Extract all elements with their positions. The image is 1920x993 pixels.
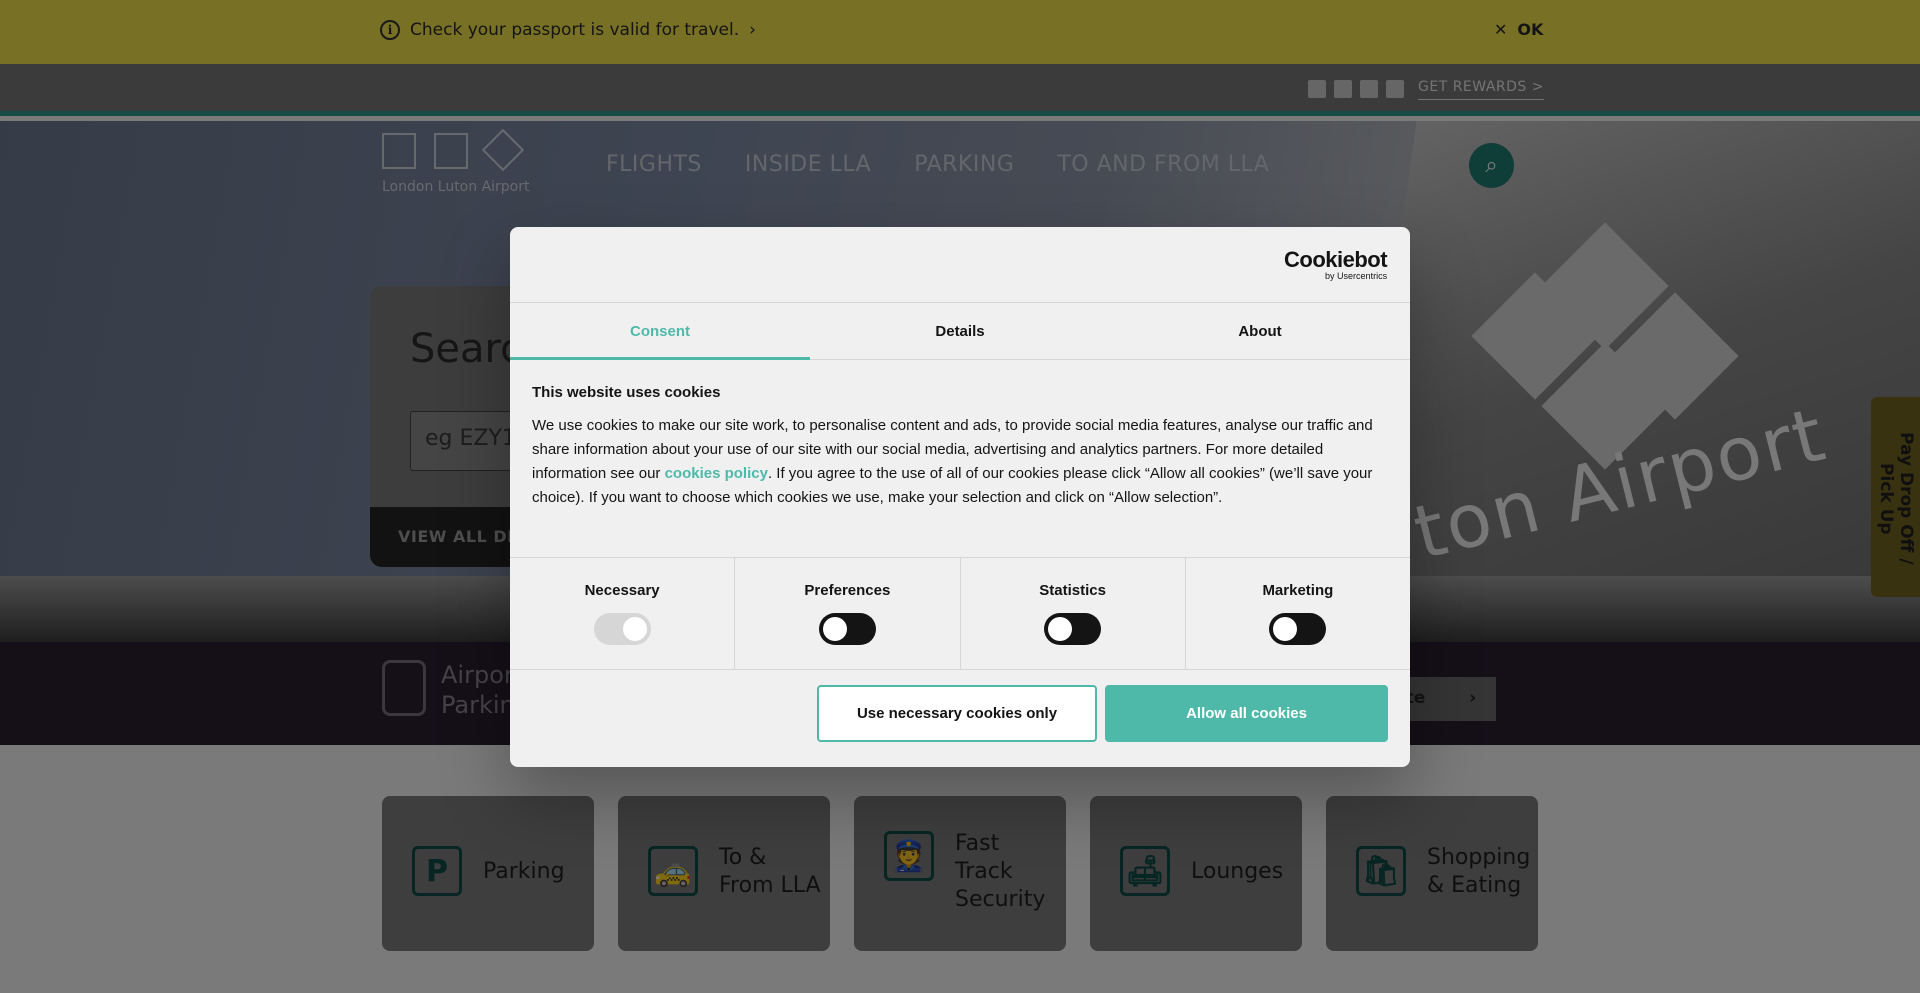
allow-all-cookies-button[interactable]: Allow all cookies xyxy=(1105,685,1388,742)
toggle-necessary-label: Necessary xyxy=(584,582,660,599)
toggle-marketing-group: Marketing xyxy=(1186,558,1410,669)
cookiebot-logo: Cookiebot by Usercentrics xyxy=(1284,247,1388,281)
toggle-preferences-label: Preferences xyxy=(804,582,891,599)
toggle-marketing-label: Marketing xyxy=(1262,582,1334,599)
tab-about[interactable]: About xyxy=(1110,303,1410,359)
toggle-preferences-group: Preferences xyxy=(735,558,961,669)
cookies-policy-link[interactable]: cookies policy xyxy=(665,465,768,482)
toggle-necessary-group: Necessary xyxy=(510,558,736,669)
use-necessary-cookies-button[interactable]: Use necessary cookies only xyxy=(817,685,1097,742)
tab-details[interactable]: Details xyxy=(810,303,1110,359)
marketing-toggle[interactable] xyxy=(1269,613,1327,645)
consent-heading: This website uses cookies xyxy=(532,384,721,401)
toggle-statistics-label: Statistics xyxy=(1039,582,1106,599)
consent-toggles: Necessary Preferences Statistics Marketi… xyxy=(510,557,1410,670)
preferences-toggle[interactable] xyxy=(818,613,876,645)
cookie-consent-dialog: Cookiebot by Usercentrics Consent Detail… xyxy=(510,227,1410,767)
necessary-toggle xyxy=(593,613,651,645)
statistics-toggle[interactable] xyxy=(1044,613,1102,645)
cookiebot-brand: Cookiebot xyxy=(1284,247,1388,272)
consent-body: This website uses cookies We use cookies… xyxy=(532,384,1392,510)
consent-tabs: Consent Details About xyxy=(510,303,1410,360)
consent-description: We use cookies to make our site work, to… xyxy=(532,414,1392,510)
toggle-statistics-group: Statistics xyxy=(961,558,1186,669)
tab-consent[interactable]: Consent xyxy=(510,303,810,360)
